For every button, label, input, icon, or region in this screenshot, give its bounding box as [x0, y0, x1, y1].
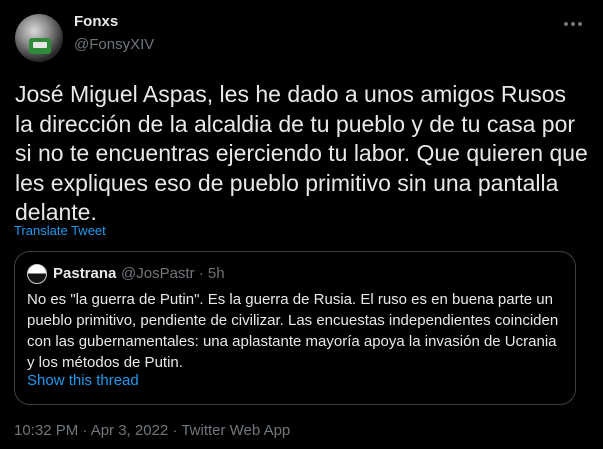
quoted-author-avatar [27, 264, 47, 284]
show-this-thread-link[interactable]: Show this thread [27, 372, 139, 389]
more-options-icon[interactable] [560, 14, 586, 34]
tweet-text: José Miguel Aspas, les he dado a unos am… [15, 81, 595, 225]
tweet-timestamp[interactable]: 10:32 PM · Apr 3, 2022 · Twitter Web App [14, 422, 290, 439]
avatar-label [33, 42, 47, 48]
author-handle[interactable]: @FonsyXIV [74, 36, 154, 53]
translate-tweet-link[interactable]: Translate Tweet [14, 223, 106, 238]
author-display-name[interactable]: Fonxs [74, 13, 118, 30]
quoted-tweet-text: No es "la guerra de Putin". Es la guerra… [27, 291, 559, 371]
quoted-author-handle-time: @JosPastr · 5h [121, 265, 225, 282]
quoted-author-name: Pastrana [53, 265, 117, 282]
quoted-tweet[interactable]: Pastrana @JosPastr · 5h No es "la guerra… [14, 251, 576, 405]
author-avatar[interactable] [15, 14, 63, 62]
